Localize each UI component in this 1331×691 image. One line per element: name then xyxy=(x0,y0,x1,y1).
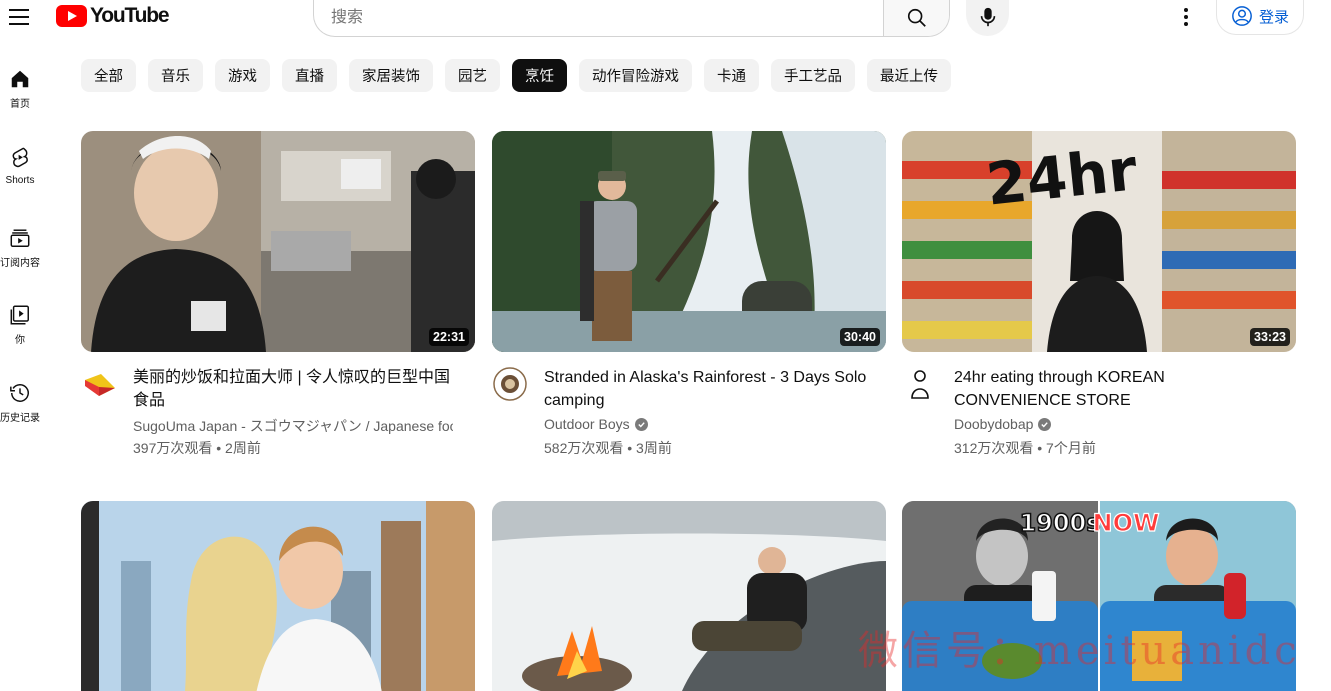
chip-live[interactable]: 直播 xyxy=(282,59,337,92)
video-thumbnail[interactable] xyxy=(81,501,475,691)
channel-name[interactable]: SugoUma Japan - スゴウマジャパン / Japanese food xyxy=(133,416,453,436)
video-stats: 397万次观看 • 2周前 xyxy=(133,440,261,456)
video-card[interactable]: 22:31 美丽的炒饭和拉面大师 | 令人惊叹的巨型中国食品 SugoUma J… xyxy=(81,131,475,462)
verified-badge-icon xyxy=(634,417,648,431)
channel-name-text: Doobydobap xyxy=(954,416,1034,432)
search-icon xyxy=(907,8,926,27)
video-card[interactable]: 30:40 Stranded in Alaska's Rainforest - … xyxy=(492,131,886,462)
channel-name-text: SugoUma Japan - スゴウマジャパン / Japanese food xyxy=(133,418,453,434)
verified-badge-icon xyxy=(1038,417,1052,431)
youtube-play-icon xyxy=(56,5,87,27)
sidebar-item-label: 历史记录 xyxy=(0,413,40,424)
chip-cooking[interactable]: 烹饪 xyxy=(512,59,567,92)
video-title[interactable]: 24hr eating through KOREAN CONVENIENCE S… xyxy=(954,366,1284,412)
sidebar-item-history[interactable]: 历史记录 xyxy=(0,382,40,424)
chip-crafts[interactable]: 手工艺品 xyxy=(771,59,855,92)
thumbnail-text-left: 1900s xyxy=(1019,509,1100,537)
video-card[interactable] xyxy=(81,501,475,691)
voice-search-button[interactable] xyxy=(966,0,1009,36)
microphone-icon xyxy=(980,7,995,27)
thumbnail-text-right: NOW xyxy=(1093,509,1160,537)
thumbnail-image: 24hr xyxy=(902,131,1296,352)
thumbnail-image xyxy=(492,131,886,352)
menu-icon-line xyxy=(9,23,29,25)
brand-name: YouTube xyxy=(90,4,170,27)
channel-avatar-image xyxy=(492,366,528,402)
channel-avatar[interactable] xyxy=(492,366,528,402)
video-stats: 312万次观看 • 7个月前 xyxy=(954,440,1096,456)
video-thumbnail[interactable]: 1900s NOW xyxy=(902,501,1296,691)
channel-avatar[interactable] xyxy=(81,366,117,402)
sidebar-item-home[interactable]: 首页 xyxy=(0,68,40,110)
video-thumbnail[interactable]: 22:31 xyxy=(81,131,475,352)
video-thumbnail[interactable] xyxy=(492,501,886,691)
shorts-icon xyxy=(12,147,28,168)
youtube-logo[interactable]: YouTube xyxy=(56,4,170,28)
thumbnail-image xyxy=(81,131,475,352)
video-thumbnail[interactable]: 24hr 33:23 xyxy=(902,131,1296,352)
chip-music[interactable]: 音乐 xyxy=(148,59,203,92)
chip-home-decor[interactable]: 家居装饰 xyxy=(349,59,433,92)
chip-gaming[interactable]: 游戏 xyxy=(215,59,270,92)
channel-avatar-image xyxy=(902,366,938,402)
signin-button[interactable]: 登录 xyxy=(1216,0,1304,35)
thumbnail-image xyxy=(81,501,475,691)
channel-avatar-image xyxy=(81,366,117,402)
sidebar-item-label: 首页 xyxy=(10,99,30,110)
menu-icon-line xyxy=(9,16,29,18)
video-card[interactable]: 1900s NOW xyxy=(902,501,1296,691)
video-meta: Stranded in Alaska's Rainforest - 3 Days… xyxy=(492,352,886,462)
signin-label: 登录 xyxy=(1258,8,1289,26)
video-duration: 22:31 xyxy=(429,328,469,346)
chip-all[interactable]: 全部 xyxy=(81,59,136,92)
chip-gardening[interactable]: 园艺 xyxy=(445,59,500,92)
video-title[interactable]: 美丽的炒饭和拉面大师 | 令人惊叹的巨型中国食品 xyxy=(133,366,463,412)
subscriptions-icon xyxy=(10,229,30,247)
video-thumbnail[interactable]: 30:40 xyxy=(492,131,886,352)
video-duration: 33:23 xyxy=(1250,328,1290,346)
you-icon xyxy=(10,305,29,325)
chip-action-adventure[interactable]: 动作冒险游戏 xyxy=(579,59,692,92)
settings-more-button[interactable] xyxy=(1172,3,1200,31)
video-meta: 美丽的炒饭和拉面大师 | 令人惊叹的巨型中国食品 SugoUma Japan -… xyxy=(81,352,475,462)
channel-avatar[interactable] xyxy=(902,366,938,402)
channel-name[interactable]: Doobydobap xyxy=(954,416,1274,432)
search-bar xyxy=(313,0,950,37)
search-input[interactable] xyxy=(314,0,883,36)
top-bar: YouTube 登录 xyxy=(0,0,1331,37)
history-icon xyxy=(10,384,29,402)
sidebar-item-subscriptions[interactable]: 订阅内容 xyxy=(0,227,40,269)
video-title[interactable]: Stranded in Alaska's Rainforest - 3 Days… xyxy=(544,366,874,412)
sidebar-item-label: 订阅内容 xyxy=(0,258,40,269)
thumbnail-image xyxy=(492,501,886,691)
menu-button[interactable] xyxy=(4,2,34,32)
channel-name[interactable]: Outdoor Boys xyxy=(544,416,864,432)
search-button[interactable] xyxy=(883,0,949,36)
channel-name-text: Outdoor Boys xyxy=(544,416,630,432)
home-icon xyxy=(11,70,29,88)
sidebar-item-you[interactable]: 你 xyxy=(0,304,40,346)
thumbnail-image: 1900s NOW xyxy=(902,501,1296,691)
sidebar-item-label: 你 xyxy=(15,335,25,346)
sidebar-item-label: Shorts xyxy=(5,175,35,186)
sidebar-item-shorts[interactable]: Shorts xyxy=(0,146,40,186)
vertical-dots-icon xyxy=(1184,8,1188,26)
video-duration: 30:40 xyxy=(840,328,880,346)
account-icon xyxy=(1232,6,1252,26)
chip-recently-uploaded[interactable]: 最近上传 xyxy=(867,59,951,92)
chip-cartoons[interactable]: 卡通 xyxy=(704,59,759,92)
video-meta: 24hr eating through KOREAN CONVENIENCE S… xyxy=(902,352,1296,462)
menu-icon-line xyxy=(9,9,29,11)
video-card[interactable] xyxy=(492,501,886,691)
category-chip-bar: 全部 音乐 游戏 直播 家居装饰 园艺 烹饪 动作冒险游戏 卡通 手工艺品 最近… xyxy=(81,59,951,92)
video-card[interactable]: 24hr 33:23 24hr eating through KOREAN CO… xyxy=(902,131,1296,462)
video-stats: 582万次观看 • 3周前 xyxy=(544,440,672,456)
